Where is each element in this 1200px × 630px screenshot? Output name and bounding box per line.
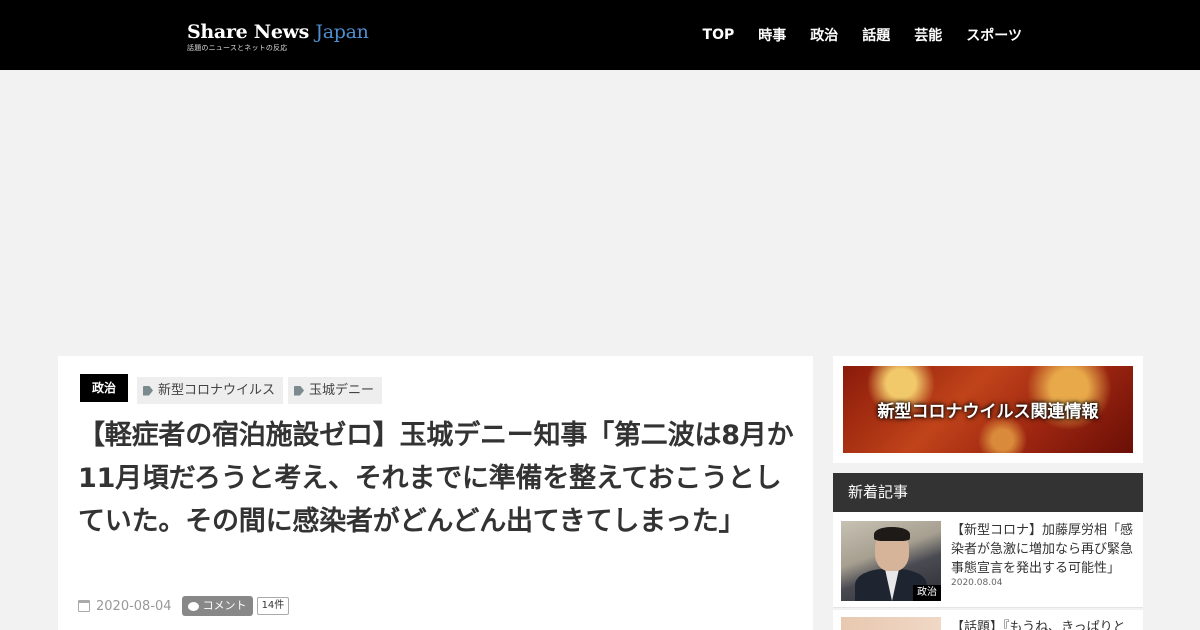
calendar-icon — [78, 600, 90, 612]
post-title[interactable]: 【新型コロナ】加藤厚労相「感染者が急激に増加なら再び緊急事態宣言を発出する可能性… — [951, 521, 1137, 578]
covid-info-banner[interactable]: 新型コロナウイルス関連情報 — [843, 366, 1133, 453]
logo-main-text: Share News — [187, 21, 316, 43]
article-date: 2020-08-04 — [96, 598, 172, 614]
logo-tagline: 話題のニュースとネットの反応 — [187, 44, 288, 52]
thumbnail-category-label: 政治 — [913, 585, 941, 601]
banner-text: 新型コロナウイルス関連情報 — [877, 402, 1099, 422]
sidebar-banner-box: 新型コロナウイルス関連情報 — [833, 356, 1143, 463]
post-thumbnail[interactable]: 政治 — [841, 521, 941, 601]
nav-item-entertainment[interactable]: 芸能 — [914, 25, 942, 45]
logo-accent-text: Japan — [315, 21, 369, 43]
comment-link[interactable]: コメント — [181, 596, 253, 616]
comment-label: コメント — [202, 599, 247, 612]
logo-text: Share News Japan — [187, 20, 369, 44]
tag-icon — [143, 385, 153, 396]
site-logo[interactable]: Share News Japan 話題のニュースとネットの反応 — [187, 20, 369, 53]
nav-item-top[interactable]: TOP — [703, 27, 735, 43]
nav-item-current-affairs[interactable]: 時事 — [758, 25, 786, 45]
recent-post-item[interactable]: 【話題】『もうね、きっぱりと — [833, 610, 1143, 630]
article-title: 【軽症者の宿泊施設ゼロ】玉城デニー知事「第二波は8月か11月頃だろうと考え、それ… — [78, 420, 794, 537]
global-nav: TOP 時事 政治 話題 芸能 スポーツ — [679, 0, 1022, 70]
article-card: 政治 新型コロナウイルス 玉城デニー 【軽症者の宿泊施設ゼロ】玉城デニー知事「第… — [58, 356, 813, 630]
tag-label: 玉城デニー — [309, 383, 375, 398]
tag-label: 新型コロナウイルス — [158, 383, 276, 398]
nav-item-topics[interactable]: 話題 — [862, 25, 890, 45]
ad-space — [0, 70, 1200, 356]
post-thumbnail[interactable] — [841, 617, 941, 630]
post-title[interactable]: 【話題】『もうね、きっぱりと — [951, 618, 1137, 630]
comment-count[interactable]: 14件 — [256, 597, 290, 615]
nav-item-sports[interactable]: スポーツ — [966, 25, 1022, 45]
recent-posts-heading: 新着記事 — [833, 473, 1143, 512]
nav-item-politics[interactable]: 政治 — [810, 25, 838, 45]
recent-post-item[interactable]: 政治 【新型コロナ】加藤厚労相「感染者が急激に増加なら再び緊急事態宣言を発出する… — [833, 512, 1143, 608]
tag-icon — [294, 385, 304, 396]
article-meta: 2020-08-04 コメント 14件 — [78, 596, 290, 616]
category-badge[interactable]: 政治 — [80, 374, 129, 402]
post-date: 2020.08.04 — [951, 578, 1003, 588]
tag-tamaki-denny[interactable]: 玉城デニー — [288, 377, 383, 404]
speech-bubble-icon — [187, 601, 199, 611]
tag-covid[interactable]: 新型コロナウイルス — [137, 377, 284, 404]
site-header: Share News Japan 話題のニュースとネットの反応 TOP 時事 政… — [0, 0, 1200, 70]
